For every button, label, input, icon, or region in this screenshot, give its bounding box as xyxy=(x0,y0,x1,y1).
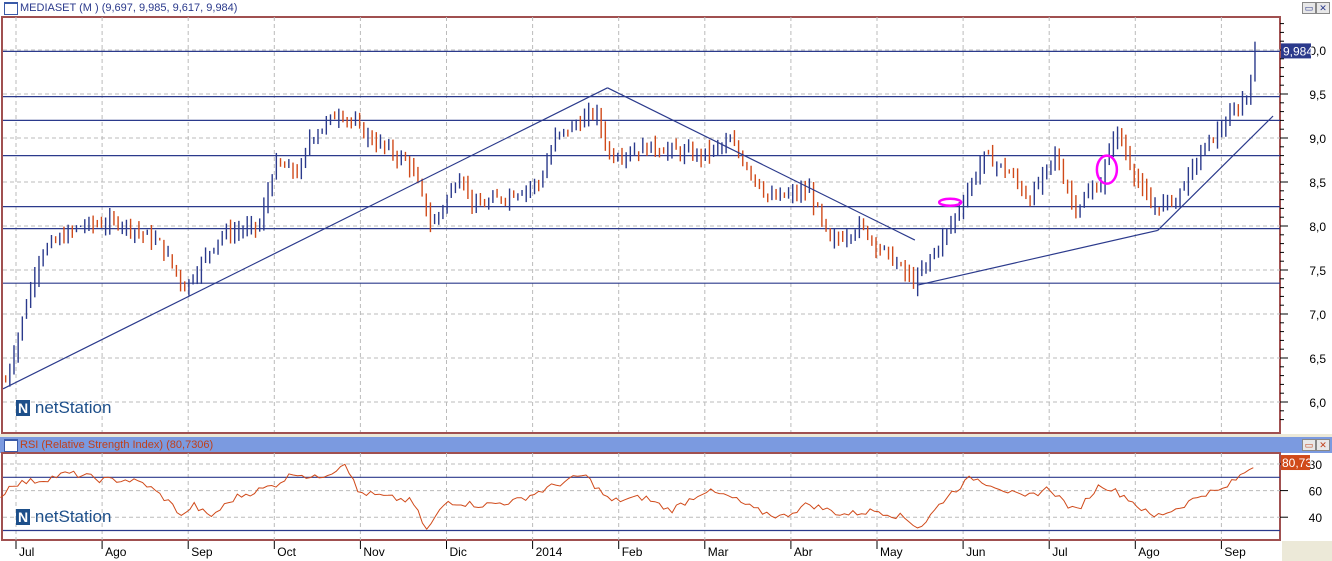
rsi-y-tick-label: 60 xyxy=(1309,485,1323,499)
rsi-watermark: N netStation xyxy=(16,507,112,526)
x-tick-label: Abr xyxy=(794,545,813,559)
y-tick-label: 6,5 xyxy=(1309,352,1326,366)
y-tick-label: 7,0 xyxy=(1309,308,1326,322)
x-tick-label: Dic xyxy=(450,545,467,559)
y-tick-label: 7,5 xyxy=(1309,264,1326,278)
rsi-y-tick-label: 40 xyxy=(1309,511,1323,525)
x-tick-label: Ago xyxy=(105,545,127,559)
x-tick-label: 2014 xyxy=(536,545,563,559)
x-tick-label: Mar xyxy=(708,545,729,559)
trend-line xyxy=(918,229,1158,286)
highlight-marker xyxy=(937,197,963,207)
y-tick-label: 8,0 xyxy=(1309,220,1326,234)
rsi-frame xyxy=(1,452,1281,541)
y-tick-label: 9,5 xyxy=(1309,88,1326,102)
x-tick-label: Ago xyxy=(1138,545,1160,559)
y-tick-label: 6,0 xyxy=(1309,396,1326,410)
x-tick-label: Feb xyxy=(622,545,643,559)
x-tick-label: Oct xyxy=(277,545,296,559)
trend-line xyxy=(2,87,608,390)
x-tick-label: Jul xyxy=(19,545,34,559)
x-tick-label: Jun xyxy=(966,545,985,559)
y-tick-label: 9,0 xyxy=(1309,132,1326,146)
trend-line xyxy=(607,87,916,241)
y-tick-label: 8,5 xyxy=(1309,176,1326,190)
x-tick-label: Sep xyxy=(1224,545,1246,559)
price-watermark: N netStation xyxy=(16,398,112,417)
x-tick-label: May xyxy=(880,545,903,559)
highlight-marker xyxy=(1095,154,1119,185)
last-rsi-label: 80,73 xyxy=(1282,456,1312,470)
trend-line xyxy=(1157,115,1274,231)
last-price-label: 9,984 xyxy=(1283,44,1313,58)
x-tick-label: Sep xyxy=(191,545,213,559)
price-frame xyxy=(1,16,1281,434)
chart-canvas: Jul Ago Sep Oct Nov Dic 2014 Feb Mar Abr May Jun Jul… xyxy=(0,16,1326,559)
x-tick-label: Nov xyxy=(363,545,384,559)
x-tick-label: Jul xyxy=(1052,545,1067,559)
